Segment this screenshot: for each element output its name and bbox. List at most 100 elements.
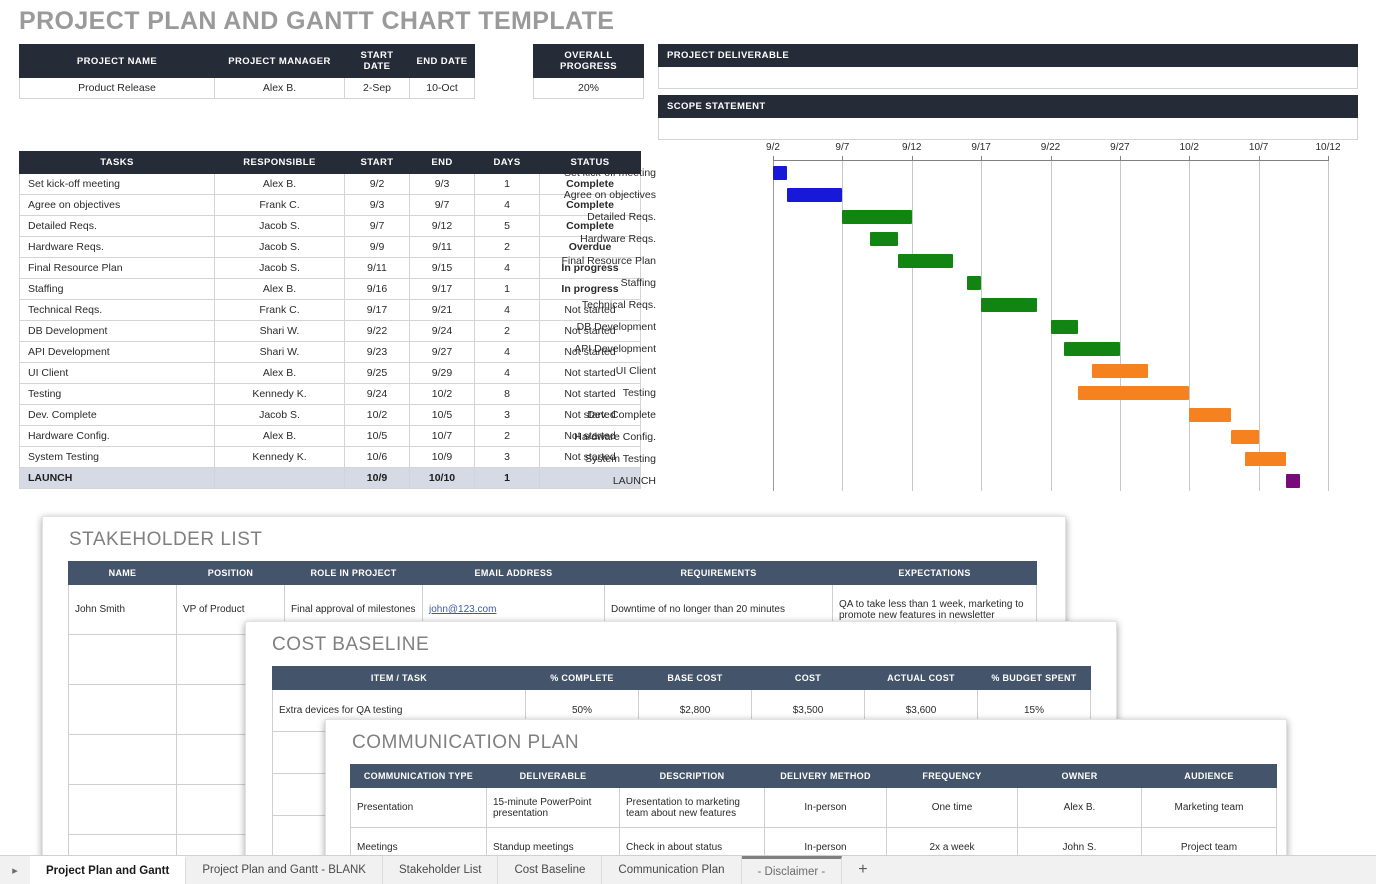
gantt-bar[interactable] xyxy=(870,232,898,246)
task-responsible-cell[interactable]: Alex B. xyxy=(214,278,345,300)
tab-scroll-right-icon[interactable]: ▸ xyxy=(0,856,30,884)
task-start-cell[interactable]: 9/9 xyxy=(344,236,410,258)
sheet-tab-5[interactable]: - Disclaimer - xyxy=(741,856,843,884)
gantt-grid-line-2 xyxy=(911,161,913,491)
task-name-cell[interactable]: Dev. Complete xyxy=(19,404,215,426)
project-info-table: PROJECT NAME PROJECT MANAGER START DATE END… xyxy=(19,44,475,99)
tasks-header-2: START xyxy=(344,151,410,174)
gantt-bar[interactable] xyxy=(1244,452,1287,466)
gantt-bar[interactable] xyxy=(1092,364,1148,378)
comm-deliverable-cell[interactable]: 15-minute PowerPoint presentation xyxy=(486,787,620,828)
task-responsible-cell[interactable]: Alex B. xyxy=(214,425,345,447)
sheet-tab-2[interactable]: Stakeholder List xyxy=(383,856,499,884)
info-cell-3[interactable]: 10-Oct xyxy=(409,77,475,99)
gantt-bar[interactable] xyxy=(842,210,912,224)
task-responsible-cell[interactable]: Kennedy K. xyxy=(214,383,345,405)
gantt-bar[interactable] xyxy=(786,188,843,202)
info-cell-0[interactable]: Product Release xyxy=(19,77,215,99)
task-start-cell[interactable]: 9/3 xyxy=(344,194,410,216)
task-start-cell[interactable]: 9/22 xyxy=(344,320,410,342)
task-start-cell[interactable]: 9/23 xyxy=(344,341,410,363)
gantt-bar[interactable] xyxy=(1078,386,1190,400)
comm-description-cell[interactable]: Presentation to marketing team about new… xyxy=(619,787,765,828)
task-responsible-cell[interactable]: Jacob S. xyxy=(214,215,345,237)
sheet-tab-4[interactable]: Communication Plan xyxy=(602,856,742,884)
task-responsible-cell[interactable] xyxy=(214,467,345,489)
task-responsible-cell[interactable]: Jacob S. xyxy=(214,257,345,279)
task-responsible-cell[interactable]: Shari W. xyxy=(214,320,345,342)
stakeholder-name-cell[interactable]: John Smith xyxy=(68,584,177,635)
stakeholder-name-cell[interactable] xyxy=(68,784,177,835)
task-start-cell[interactable]: 10/5 xyxy=(344,425,410,447)
project-deliverable-body[interactable] xyxy=(658,67,1358,89)
task-responsible-cell[interactable]: Frank C. xyxy=(214,194,345,216)
task-start-cell[interactable]: 9/25 xyxy=(344,362,410,384)
task-responsible-cell[interactable]: Alex B. xyxy=(214,362,345,384)
task-name-cell[interactable]: Set kick-off meeting xyxy=(19,173,215,195)
task-start-cell[interactable]: 10/2 xyxy=(344,404,410,426)
overall-progress-value[interactable]: 20% xyxy=(533,77,644,99)
task-start-cell[interactable]: 9/7 xyxy=(344,215,410,237)
task-name-cell[interactable]: API Development xyxy=(19,341,215,363)
task-responsible-cell[interactable]: Kennedy K. xyxy=(214,446,345,468)
stakeholder-name-cell[interactable] xyxy=(68,684,177,735)
task-name-cell[interactable]: Agree on objectives xyxy=(19,194,215,216)
task-name-cell[interactable]: Technical Reqs. xyxy=(19,299,215,321)
gantt-bar[interactable] xyxy=(773,166,787,180)
task-responsible-cell[interactable]: Frank C. xyxy=(214,299,345,321)
gantt-tick-label-4: 9/22 xyxy=(1040,142,1061,153)
comm-owner-cell[interactable]: Alex B. xyxy=(1017,787,1142,828)
task-name-cell[interactable]: LAUNCH xyxy=(19,467,215,489)
gantt-bar[interactable] xyxy=(1230,430,1259,444)
comm-header-2: DESCRIPTION xyxy=(619,764,765,788)
gantt-bar[interactable] xyxy=(1189,408,1231,422)
gantt-row-label-1: Agree on objectives xyxy=(563,189,656,201)
stakeholder-header-4: REQUIREMENTS xyxy=(604,561,833,585)
info-cell-2[interactable]: 2-Sep xyxy=(344,77,410,99)
task-name-cell[interactable]: Hardware Reqs. xyxy=(19,236,215,258)
info-cell-1[interactable]: Alex B. xyxy=(214,77,345,99)
task-name-cell[interactable]: Hardware Config. xyxy=(19,425,215,447)
task-responsible-cell[interactable]: Jacob S. xyxy=(214,236,345,258)
task-name-cell[interactable]: UI Client xyxy=(19,362,215,384)
gantt-bar[interactable] xyxy=(1050,320,1079,334)
comm-audience-cell[interactable]: Marketing team xyxy=(1141,787,1277,828)
task-name-cell[interactable]: System Testing xyxy=(19,446,215,468)
gantt-row-label-7: DB Development xyxy=(576,321,656,333)
task-start-cell[interactable]: 9/16 xyxy=(344,278,410,300)
task-name-cell[interactable]: DB Development xyxy=(19,320,215,342)
stakeholder-name-cell[interactable] xyxy=(68,634,177,685)
email-link[interactable]: john@123.com xyxy=(429,604,496,615)
task-start-cell[interactable]: 10/9 xyxy=(344,467,410,489)
task-responsible-cell[interactable]: Shari W. xyxy=(214,341,345,363)
sheet-tab-0[interactable]: Project Plan and Gantt xyxy=(30,856,187,884)
sheet-tab-3[interactable]: Cost Baseline xyxy=(498,856,603,884)
task-name-cell[interactable]: Detailed Reqs. xyxy=(19,215,215,237)
task-start-cell[interactable]: 10/6 xyxy=(344,446,410,468)
sheet-tab-1[interactable]: Project Plan and Gantt - BLANK xyxy=(186,856,383,884)
task-responsible-cell[interactable]: Alex B. xyxy=(214,173,345,195)
task-start-cell[interactable]: 9/24 xyxy=(344,383,410,405)
gantt-tick-label-1: 9/7 xyxy=(835,142,850,153)
gantt-bar[interactable] xyxy=(1064,342,1120,356)
task-name-cell[interactable]: Testing xyxy=(19,383,215,405)
comm-frequency-cell[interactable]: One time xyxy=(886,787,1018,828)
task-start-cell[interactable]: 9/17 xyxy=(344,299,410,321)
gantt-bar[interactable] xyxy=(897,254,954,268)
stakeholder-name-cell[interactable] xyxy=(68,734,177,785)
gantt-bar[interactable] xyxy=(981,298,1037,312)
comm-header-5: OWNER xyxy=(1017,764,1142,788)
comm-method-cell[interactable]: In-person xyxy=(764,787,887,828)
gantt-bar[interactable] xyxy=(967,276,982,290)
comm-type-cell[interactable]: Presentation xyxy=(350,787,487,828)
gantt-bar[interactable] xyxy=(1286,474,1301,488)
task-start-cell[interactable]: 9/11 xyxy=(344,257,410,279)
gantt-chart: 9/2 9/7 9/12 9/17 9/22 9/27 10/2 10/7 10/12 Set … xyxy=(561,132,1358,504)
task-name-cell[interactable]: Staffing xyxy=(19,278,215,300)
gantt-row-label-14: LAUNCH xyxy=(612,475,656,487)
communication-table: COMMUNICATION TYPE DELIVERABLE DESCRIPTION… xyxy=(350,764,1277,868)
task-start-cell[interactable]: 9/2 xyxy=(344,173,410,195)
task-responsible-cell[interactable]: Jacob S. xyxy=(214,404,345,426)
task-name-cell[interactable]: Final Resource Plan xyxy=(19,257,215,279)
add-sheet-button[interactable]: + xyxy=(842,856,883,884)
